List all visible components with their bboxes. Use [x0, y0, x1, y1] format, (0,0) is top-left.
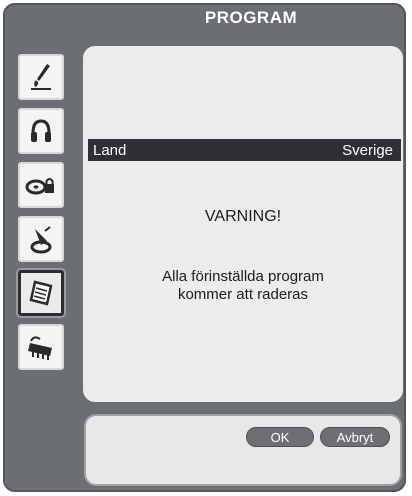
warning-title: VARNING! [204, 208, 282, 225]
country-setting-row[interactable]: Land Sverige [88, 139, 401, 161]
sidebar-item-sound[interactable] [18, 108, 64, 154]
connector-icon [28, 336, 52, 360]
button-panel [84, 414, 402, 486]
sidebar-item-connection[interactable] [18, 324, 64, 370]
disc-lock-icon [25, 178, 54, 195]
cancel-button[interactable]: Avbryt [320, 427, 390, 447]
warning-message: Alla förinställda program kommer att rad… [83, 268, 403, 304]
sidebar-item-lock[interactable] [18, 162, 64, 208]
warning-line-1: Alla förinställda program [162, 268, 324, 285]
satellite-dish-icon [30, 226, 52, 254]
warning-line-2: kommer att raderas [177, 286, 309, 303]
sidebar-item-installation[interactable] [18, 216, 64, 262]
dialog-title: PROGRAM [204, 8, 298, 27]
sidebar-item-program[interactable] [18, 270, 64, 316]
document-icon [29, 280, 53, 306]
country-value: Sverige [342, 141, 393, 159]
brush-icon [31, 64, 51, 90]
ok-button[interactable]: OK [246, 427, 314, 447]
headphones-icon [31, 119, 51, 142]
sidebar-item-picture[interactable] [18, 54, 64, 100]
country-label: Land [93, 141, 127, 159]
